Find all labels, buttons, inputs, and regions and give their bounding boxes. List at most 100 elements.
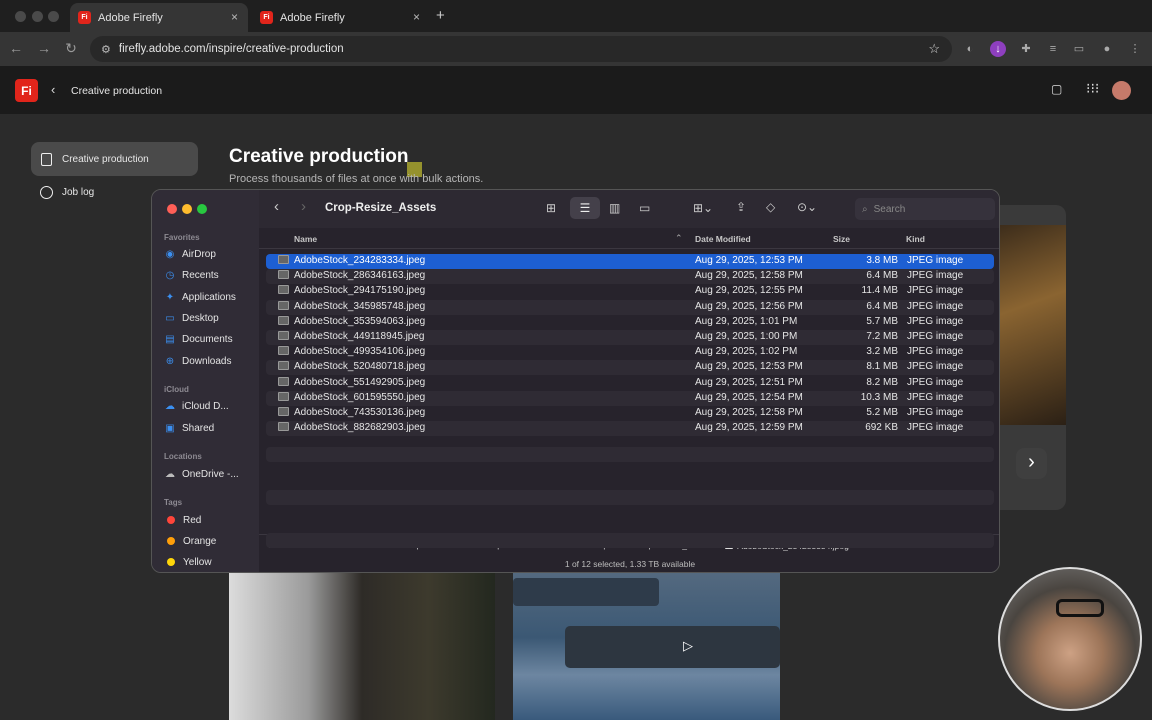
feedback-icon[interactable]: ▢: [1051, 82, 1062, 96]
portrait-thumbnail[interactable]: [229, 570, 495, 720]
play-icon[interactable]: ▷: [683, 638, 693, 654]
extension-icon[interactable]: ◐: [962, 41, 978, 57]
sidebar-item-documents[interactable]: ▤ Documents: [164, 331, 232, 347]
sidebar-tag-yellow[interactable]: Yellow: [164, 554, 212, 570]
file-row[interactable]: AdobeStock_449118945.jpeg Aug 29, 2025, 1…: [266, 330, 994, 345]
apps-grid-icon[interactable]: ⁝⁝⁝: [1086, 80, 1099, 97]
sidebar-item-applications[interactable]: ✦ Applications: [164, 289, 236, 305]
cast-icon[interactable]: ▭: [1071, 41, 1087, 57]
browser-tab-2[interactable]: Fi Adobe Firefly ×: [252, 3, 430, 32]
sidebar-tag-red[interactable]: Red: [164, 512, 201, 528]
site-settings-icon[interactable]: ⚙: [101, 43, 111, 56]
list-view-icon[interactable]: ☰: [570, 197, 600, 219]
sidebar-item-airdrop[interactable]: ◉ AirDrop: [164, 246, 216, 262]
yellow-tag-icon: [167, 558, 175, 566]
finder-close-button[interactable]: [167, 204, 177, 214]
empty-row: [266, 532, 994, 548]
sidebar-item-shared[interactable]: ▣ Shared: [164, 420, 214, 436]
file-size: 5.2 MB: [866, 407, 898, 418]
browser-tab-1[interactable]: Fi Adobe Firefly ×: [70, 3, 248, 32]
gallery-view-icon[interactable]: ▭: [639, 201, 650, 215]
cityscape-thumbnail[interactable]: ▷: [513, 570, 780, 720]
file-date: Aug 29, 2025, 12:56 PM: [695, 300, 803, 312]
file-date: Aug 29, 2025, 12:55 PM: [695, 285, 803, 297]
window-close-button[interactable]: [15, 11, 26, 22]
sidebar-item-icloud-drive[interactable]: ☁ iCloud D...: [164, 398, 229, 414]
file-row[interactable]: AdobeStock_551492905.jpeg Aug 29, 2025, 1…: [266, 376, 994, 391]
file-row[interactable]: AdobeStock_286346163.jpeg Aug 29, 2025, 1…: [266, 269, 994, 285]
file-row[interactable]: AdobeStock_743530136.jpeg Aug 29, 2025, 1…: [266, 406, 994, 421]
profile-icon[interactable]: ●: [1099, 41, 1115, 57]
new-tab-button[interactable]: +: [436, 7, 445, 24]
file-row[interactable]: AdobeStock_601595550.jpeg Aug 29, 2025, 1…: [266, 390, 994, 406]
file-row[interactable]: AdobeStock_882682903.jpeg Aug 29, 2025, 1…: [266, 421, 994, 437]
carousel-next-button[interactable]: ›: [1016, 448, 1047, 479]
clock-icon: [40, 186, 53, 199]
back-arrow-icon[interactable]: ←: [7, 40, 25, 56]
sidebar-item-onedrive[interactable]: ☁ OneDrive -...: [164, 466, 239, 482]
video-strip-overlay: [565, 626, 780, 668]
file-row[interactable]: AdobeStock_520480718.jpeg Aug 29, 2025, 1…: [266, 360, 994, 376]
reload-icon[interactable]: ↻: [62, 40, 80, 57]
tab-close-icon[interactable]: ×: [231, 10, 238, 24]
finder-toolbar: ‹ › Crop-Resize_Assets ⊞ ☰ ▥ ▭ ⊞⌄ ⇪ ◇ ⊙⌄…: [259, 190, 999, 228]
sidebar-item-recents[interactable]: ◷ Recents: [164, 267, 219, 283]
header-breadcrumb[interactable]: Creative production: [71, 85, 162, 97]
firefly-favicon-icon: Fi: [78, 11, 91, 24]
more-actions-icon[interactable]: ⊙⌄: [797, 200, 817, 214]
extension-download-icon[interactable]: ↓: [990, 41, 1006, 57]
sidebar-item-label: Shared: [182, 422, 215, 434]
icon-view-icon[interactable]: ⊞: [546, 201, 556, 215]
file-size: 11.4 MB: [861, 285, 899, 297]
file-kind: JPEG image: [907, 270, 964, 282]
forward-arrow-icon[interactable]: →: [35, 40, 53, 56]
tab-close-icon[interactable]: ×: [413, 10, 420, 24]
column-header-name[interactable]: Name: [294, 234, 317, 244]
file-date: Aug 29, 2025, 12:53 PM: [695, 255, 803, 266]
column-header-size[interactable]: Size: [833, 234, 850, 244]
file-name: AdobeStock_353594063.jpeg: [294, 315, 426, 327]
sidebar-section-tags: Tags: [164, 498, 183, 507]
reading-list-icon[interactable]: ≡: [1045, 41, 1061, 57]
back-chevron-icon[interactable]: ‹: [51, 82, 55, 97]
file-date: Aug 29, 2025, 12:59 PM: [695, 422, 803, 434]
file-row[interactable]: AdobeStock_234283334.jpeg Aug 29, 2025, 1…: [266, 254, 994, 269]
finder-zoom-button[interactable]: [197, 204, 207, 214]
group-by-icon[interactable]: ⊞⌄: [693, 201, 713, 215]
file-size: 692 KB: [865, 422, 898, 434]
file-row[interactable]: AdobeStock_294175190.jpeg Aug 29, 2025, 1…: [266, 284, 994, 299]
search-icon: ⌕: [862, 203, 868, 215]
sidebar-section-icloud: iCloud: [164, 385, 189, 394]
file-row[interactable]: AdobeStock_499354106.jpeg Aug 29, 2025, 1…: [266, 345, 994, 360]
share-icon[interactable]: ⇪: [736, 200, 746, 214]
column-view-icon[interactable]: ▥: [609, 201, 620, 215]
thumbnail-image: [1000, 225, 1066, 425]
file-row[interactable]: AdobeStock_345985748.jpeg Aug 29, 2025, 1…: [266, 299, 994, 315]
sidebar-item-label: Creative production: [62, 153, 149, 165]
finder-search-input[interactable]: ⌕ Search: [855, 198, 995, 220]
bookmark-star-icon[interactable]: ☆: [928, 41, 940, 57]
extensions-puzzle-icon[interactable]: ✚: [1018, 41, 1034, 57]
finder-back-icon[interactable]: ‹: [274, 198, 279, 215]
sidebar-section-locations: Locations: [164, 452, 202, 461]
chrome-menu-icon[interactable]: ⋮: [1127, 41, 1143, 57]
presenter-glasses: [1056, 599, 1104, 617]
file-size: 8.1 MB: [866, 361, 898, 373]
file-row[interactable]: AdobeStock_353594063.jpeg Aug 29, 2025, 1…: [266, 315, 994, 330]
file-kind: JPEG image: [907, 361, 964, 373]
window-minimize-button[interactable]: [32, 11, 43, 22]
avatar[interactable]: [1112, 81, 1131, 100]
column-header-kind[interactable]: Kind: [906, 234, 925, 244]
sidebar-item-downloads[interactable]: ⊕ Downloads: [164, 353, 232, 369]
sidebar-tag-orange[interactable]: Orange: [164, 533, 216, 549]
firefly-logo-icon[interactable]: Fi: [15, 79, 38, 102]
sidebar-item-job-log[interactable]: Job log: [40, 186, 94, 199]
address-bar[interactable]: ⚙ firefly.adobe.com/inspire/creative-pro…: [90, 36, 952, 62]
tag-icon[interactable]: ◇: [766, 200, 775, 214]
finder-forward-icon[interactable]: ›: [301, 198, 306, 215]
window-zoom-button[interactable]: [48, 11, 59, 22]
column-header-date[interactable]: Date Modified: [695, 234, 751, 244]
sidebar-item-desktop[interactable]: ▭ Desktop: [164, 310, 218, 326]
sidebar-item-creative-production[interactable]: Creative production: [31, 142, 198, 176]
finder-minimize-button[interactable]: [182, 204, 192, 214]
